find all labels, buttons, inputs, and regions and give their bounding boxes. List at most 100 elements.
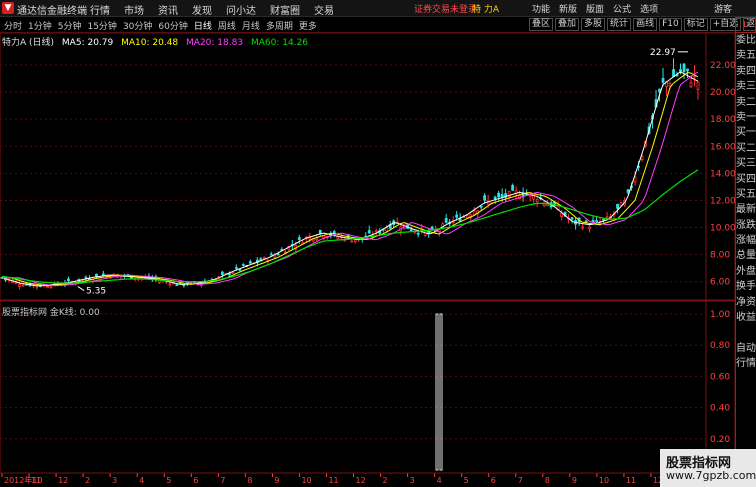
main-chart-frame (0, 32, 735, 301)
low-price-label: 5.35 (86, 287, 106, 297)
candle-body (689, 82, 693, 88)
ma5-line (1, 71, 699, 287)
candle-body (220, 271, 224, 275)
panel-item-bid4[interactable]: 买四 (736, 172, 756, 187)
price-tick-label: 18.00 (710, 115, 735, 125)
panel-item-bid1[interactable]: 买一 (736, 125, 756, 140)
candle-body (686, 68, 689, 72)
candle-body (584, 220, 588, 223)
panel-item-earnings[interactable]: 收益 (736, 310, 756, 325)
candle-body (49, 286, 53, 288)
x-axis-label: 6 (491, 476, 496, 485)
candle-body (693, 75, 696, 78)
panel-item-quote[interactable]: 行情 (736, 356, 756, 371)
panel-item-change[interactable]: 涨跌 (736, 218, 756, 233)
candle-body (581, 226, 584, 229)
candle-body (479, 205, 483, 208)
x-axis-label: 11 (31, 476, 41, 485)
price-tick-label: 16.00 (710, 142, 735, 152)
candle-body (500, 194, 504, 198)
panel-item-bid3[interactable]: 买三 (736, 156, 756, 171)
candle-body (483, 195, 487, 201)
indicator-frame (0, 300, 735, 474)
panel-item-turnover[interactable]: 换手 (736, 279, 756, 294)
candle-body (511, 184, 515, 191)
candle-body (626, 189, 630, 193)
candle-body (472, 210, 476, 216)
panel-item-bid2[interactable]: 买二 (736, 141, 756, 156)
panel-item-ask4[interactable]: 卖四 (736, 64, 756, 79)
candle-body (175, 284, 179, 287)
candle-body (241, 264, 245, 266)
price-tick-label: 22.00 (710, 61, 735, 71)
candle-body (535, 199, 539, 202)
x-axis-label: 8 (545, 476, 550, 485)
x-axis-label: 5 (166, 476, 171, 485)
candle-body (616, 203, 619, 209)
panel-item-outer[interactable]: 外盘 (736, 264, 756, 279)
candle-body (668, 82, 672, 87)
candle-body (409, 229, 413, 232)
ma10-line (2, 71, 699, 287)
x-axis-label: 12 (58, 476, 68, 485)
stock-period-label: 特力A (日线) (2, 38, 55, 48)
candle-body (493, 196, 497, 200)
ma60-label: MA60: 14.26 (250, 38, 308, 48)
panel-item-change-pct[interactable]: 涨幅 (736, 233, 756, 248)
panel-item-auto[interactable]: 自动 (736, 341, 756, 356)
candle-body (231, 272, 235, 274)
candle-body (605, 216, 609, 219)
panel-item-bid5[interactable]: 买五 (736, 187, 756, 202)
panel-item-ask2[interactable]: 卖二 (736, 95, 756, 110)
candle-body (385, 227, 389, 232)
panel-item-ask3[interactable]: 卖三 (736, 79, 756, 94)
indicator-tick-label: 0.20 (710, 435, 730, 445)
low-marker-line (77, 286, 85, 291)
candle-body (497, 192, 501, 198)
price-tick-label: 8.00 (710, 251, 730, 261)
panel-item-net-assets[interactable]: 净资 (736, 295, 756, 310)
x-axis-label: 4 (437, 476, 442, 485)
candle-body (595, 220, 598, 222)
price-tick-label: 6.00 (710, 278, 730, 288)
x-axis-label: 3 (410, 476, 415, 485)
candle-body (672, 69, 675, 77)
panel-item-last[interactable]: 最新 (736, 202, 756, 217)
candle-body (182, 284, 186, 287)
candle-body (465, 215, 469, 219)
candle-body (661, 78, 665, 83)
main-chart-header: 特力A (日线) MA5: 20.79 MA10: 20.48 MA20: 18… (2, 35, 313, 48)
candle-body (602, 218, 605, 221)
candle-body (374, 230, 378, 233)
price-tick-label: 20.00 (710, 88, 735, 98)
candle-body (444, 217, 448, 223)
panel-item-volume[interactable]: 总量 (736, 248, 756, 263)
indicator-tick-label: 0.60 (710, 372, 730, 382)
panel-item-ask1[interactable]: 卖一 (736, 110, 756, 125)
x-axis-label: 5 (464, 476, 469, 485)
indicator-tick-label: 0.40 (710, 404, 730, 414)
indicator-spike (439, 313, 443, 471)
x-axis-label: 6 (193, 476, 198, 485)
candle-body (234, 266, 238, 269)
x-axis-label: 9 (572, 476, 577, 485)
x-axis-label: 4 (139, 476, 144, 485)
candle-body (332, 231, 336, 234)
candle-body (95, 273, 98, 277)
price-tick-label: 14.00 (710, 169, 735, 179)
candle-body (350, 240, 354, 243)
indicator-tick-label: 1.00 (710, 310, 730, 320)
candle-body (276, 253, 280, 256)
panel-spacer (736, 325, 756, 340)
candle-body (18, 283, 21, 287)
price-tick-label: 10.00 (710, 224, 735, 234)
candle-body (269, 253, 273, 256)
panel-item-ask5[interactable]: 卖五 (736, 48, 756, 63)
candle-body (248, 261, 252, 264)
panel-item-bid-ratio[interactable]: 委比 (736, 33, 756, 48)
candle-body (297, 237, 301, 240)
watermark: 股票指标网 www.7gpzb.com (660, 449, 756, 487)
kline-chart[interactable]: 22.00 20.00 18.00 16.00 14.00 12.00 10.00 8.00 6… (0, 0, 735, 487)
ma20-line (2, 71, 699, 287)
candle-body (46, 286, 49, 289)
